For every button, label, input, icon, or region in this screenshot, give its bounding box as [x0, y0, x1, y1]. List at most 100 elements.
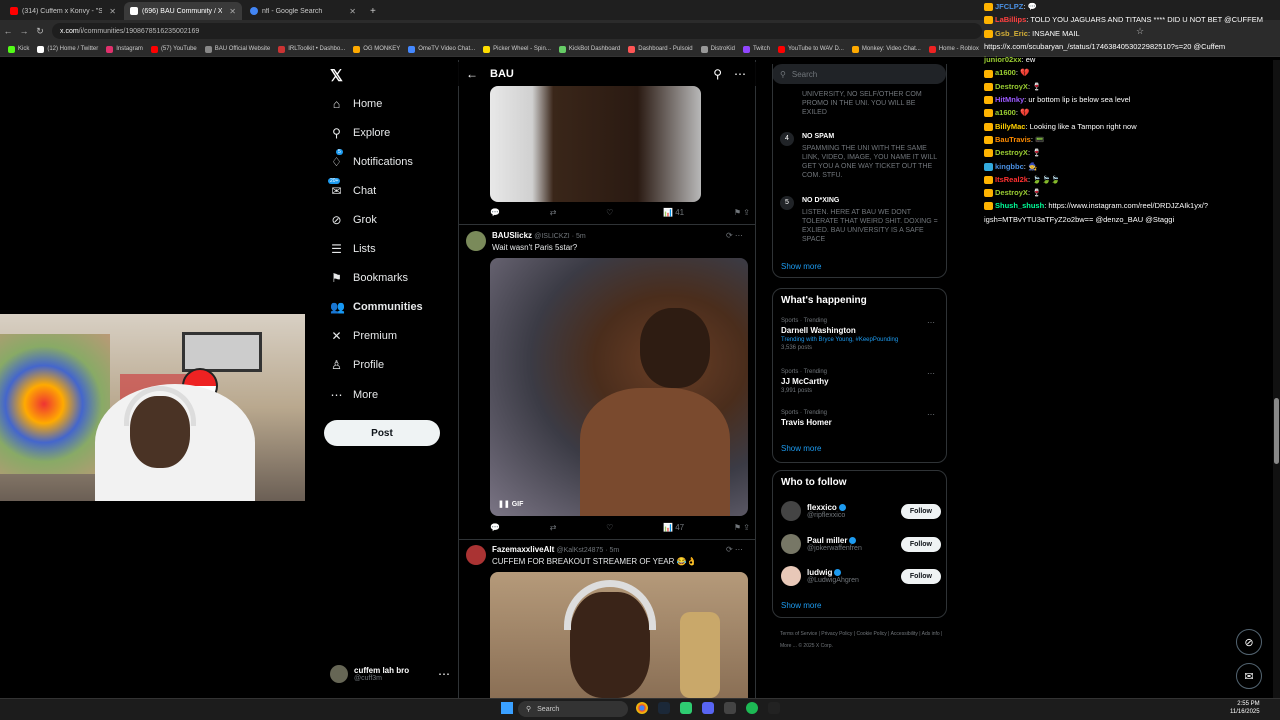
chrome-icon[interactable]: [636, 702, 648, 714]
url-input[interactable]: x.com/i/communities/1908678516235002169: [52, 23, 982, 39]
chat-message: BillyMac: Looking like a Tampon right no…: [984, 120, 1280, 133]
app-icon[interactable]: [680, 702, 692, 714]
tweet-actions: 💬 ⇄ ♡ 📊 47 ⚑ ⇪: [490, 523, 750, 532]
search-icon: ⚲: [526, 706, 532, 713]
avatar[interactable]: [781, 566, 801, 586]
bookmark-icon[interactable]: ⚑ ⇪: [734, 523, 750, 532]
more-icon[interactable]: ⋯: [734, 67, 746, 81]
app-icon[interactable]: [724, 702, 736, 714]
browser-tab-google[interactable]: nfl - Google Search ✕: [244, 2, 362, 20]
back-icon[interactable]: ←: [0, 26, 16, 36]
bookmark-item[interactable]: Kick: [8, 45, 29, 53]
close-icon[interactable]: ✕: [229, 7, 236, 16]
nav-grok[interactable]: ⊘ Grok: [330, 213, 376, 227]
tweet-gif[interactable]: ❚❚ GIF: [490, 258, 748, 516]
repost-icon[interactable]: ⇄: [550, 523, 557, 532]
nav-home[interactable]: ⌂ Home: [330, 97, 382, 111]
trend-item[interactable]: Sports · Trending JJ McCarthy 3,991 post…: [781, 369, 941, 394]
bookmark-icon[interactable]: ⚑ ⇪: [734, 208, 750, 217]
follow-button[interactable]: Follow: [900, 568, 941, 584]
divider: [458, 539, 756, 540]
verified-icon: [838, 504, 846, 512]
bookmark-item[interactable]: (12) Home / Twitter: [37, 45, 98, 53]
nav-notifications[interactable]: ♢ 5 Notifications: [330, 149, 413, 169]
show-more-link[interactable]: Show more: [781, 444, 821, 453]
show-more-link[interactable]: Show more: [781, 601, 821, 610]
follow-button[interactable]: Follow: [900, 536, 941, 552]
grok-icon[interactable]: ⊘: [1236, 629, 1262, 655]
stream-chat: JFCLPZ: 💬 LaBillips: TOLD YOU JAGUARS AN…: [984, 0, 1280, 225]
bookmark-item[interactable]: OmeTV Video Chat...: [408, 45, 475, 53]
trend-item[interactable]: Sports · Trending Travis Homer ⋯: [781, 410, 941, 427]
bookmark-item[interactable]: Instagram: [106, 45, 143, 53]
bookmark-item[interactable]: BAU Official Website: [204, 45, 270, 53]
avatar[interactable]: [466, 545, 486, 565]
close-icon[interactable]: ✕: [109, 7, 116, 16]
new-tab-button[interactable]: +: [364, 2, 378, 20]
bookmark-item[interactable]: Dashboard - Pulsoid: [628, 45, 693, 53]
account-switcher[interactable]: cuffem lah bro @cuff3m ⋯: [330, 662, 450, 686]
steam-icon[interactable]: [658, 702, 670, 714]
nav-lists[interactable]: ☰ Lists: [330, 242, 376, 256]
nav-profile[interactable]: ♙ Profile: [330, 358, 384, 372]
more-icon: ⋯: [927, 369, 935, 378]
bookmark-item[interactable]: YouTube to WAV D...: [777, 45, 844, 53]
bookmark-item[interactable]: IRLToolkit • Dashbo...: [278, 45, 345, 53]
avatar[interactable]: [466, 231, 486, 251]
like-icon[interactable]: ♡: [606, 523, 613, 532]
views-count[interactable]: 📊 41: [663, 208, 684, 217]
bookmark-item[interactable]: Monkey: Video Chat...: [851, 45, 921, 53]
close-icon[interactable]: ✕: [349, 7, 356, 16]
nav-premium[interactable]: ✕ Premium: [330, 329, 397, 343]
avatar[interactable]: [781, 501, 801, 521]
bookmark-item[interactable]: KickBot Dashboard: [558, 45, 620, 53]
nav-more[interactable]: ⋯ More: [330, 388, 379, 402]
more-icon[interactable]: ⟳ ⋯: [726, 231, 743, 240]
tweet-author[interactable]: FazemaxxliveAlt: [492, 545, 554, 554]
show-more-link[interactable]: Show more: [781, 262, 821, 271]
tweet-author[interactable]: BAUSlickz: [492, 231, 532, 240]
bookmark-item[interactable]: Twitch: [742, 45, 770, 53]
back-arrow-icon[interactable]: ←: [466, 67, 478, 81]
reload-icon[interactable]: ↻: [32, 26, 48, 37]
browser-tab-youtube[interactable]: (314) Cuffem x Konvy - "Slow M ✕: [4, 2, 122, 20]
reply-icon[interactable]: 💬: [490, 523, 500, 532]
windows-start-icon[interactable]: [501, 702, 513, 714]
avatar[interactable]: [781, 534, 801, 554]
more-icon: ⋯: [330, 388, 343, 402]
nav-communities[interactable]: 👥 Communities: [330, 300, 423, 314]
x-logo-icon[interactable]: 𝕏: [330, 66, 343, 86]
forward-icon[interactable]: →: [16, 26, 32, 36]
scrollbar-thumb[interactable]: [1274, 398, 1279, 464]
taskbar-search[interactable]: ⚲ Search: [518, 701, 628, 717]
like-icon[interactable]: ♡: [606, 208, 613, 217]
follow-button[interactable]: Follow: [900, 503, 941, 519]
nav-bookmarks[interactable]: ⚑ Bookmarks: [330, 271, 408, 285]
search-icon: ⚲: [332, 126, 341, 140]
views-count[interactable]: 📊 47: [663, 523, 684, 532]
trend-item[interactable]: Sports · Trending Darnell Washington Tre…: [781, 318, 941, 351]
nav-chat[interactable]: ✉ 20+ Chat: [328, 178, 376, 198]
scrollbar[interactable]: [1273, 60, 1280, 698]
reply-icon[interactable]: 💬: [490, 208, 500, 217]
chat-message: JFCLPZ: 💬: [984, 0, 1280, 13]
messages-icon[interactable]: ✉: [1236, 663, 1262, 689]
browser-tab-bau[interactable]: (696) BAU Community / X ✕: [124, 2, 242, 20]
bookmark-item[interactable]: Home - Roblox: [928, 45, 979, 53]
discord-icon[interactable]: [702, 702, 714, 714]
footer-links[interactable]: Terms of Service | Privacy Policy | Cook…: [780, 628, 950, 652]
tweet-image[interactable]: [490, 572, 748, 698]
more-icon[interactable]: ⟳ ⋯: [726, 545, 743, 554]
post-button[interactable]: Post: [324, 420, 440, 446]
search-icon[interactable]: ⚲: [713, 67, 722, 81]
bookmark-item[interactable]: OG MONKEY: [353, 45, 400, 53]
bookmark-item[interactable]: Picker Wheel - Spin...: [483, 45, 551, 53]
tweet-image[interactable]: [490, 86, 701, 202]
spotify-icon[interactable]: [746, 702, 758, 714]
taskbar-clock[interactable]: 2:55 PM 11/16/2025: [1230, 700, 1260, 716]
repost-icon[interactable]: ⇄: [550, 208, 557, 217]
bookmark-item[interactable]: DistroKid: [700, 45, 735, 53]
bookmark-item[interactable]: (57) YouTube: [150, 45, 197, 53]
app-icon[interactable]: [768, 702, 780, 714]
nav-explore[interactable]: ⚲ Explore: [330, 126, 390, 140]
